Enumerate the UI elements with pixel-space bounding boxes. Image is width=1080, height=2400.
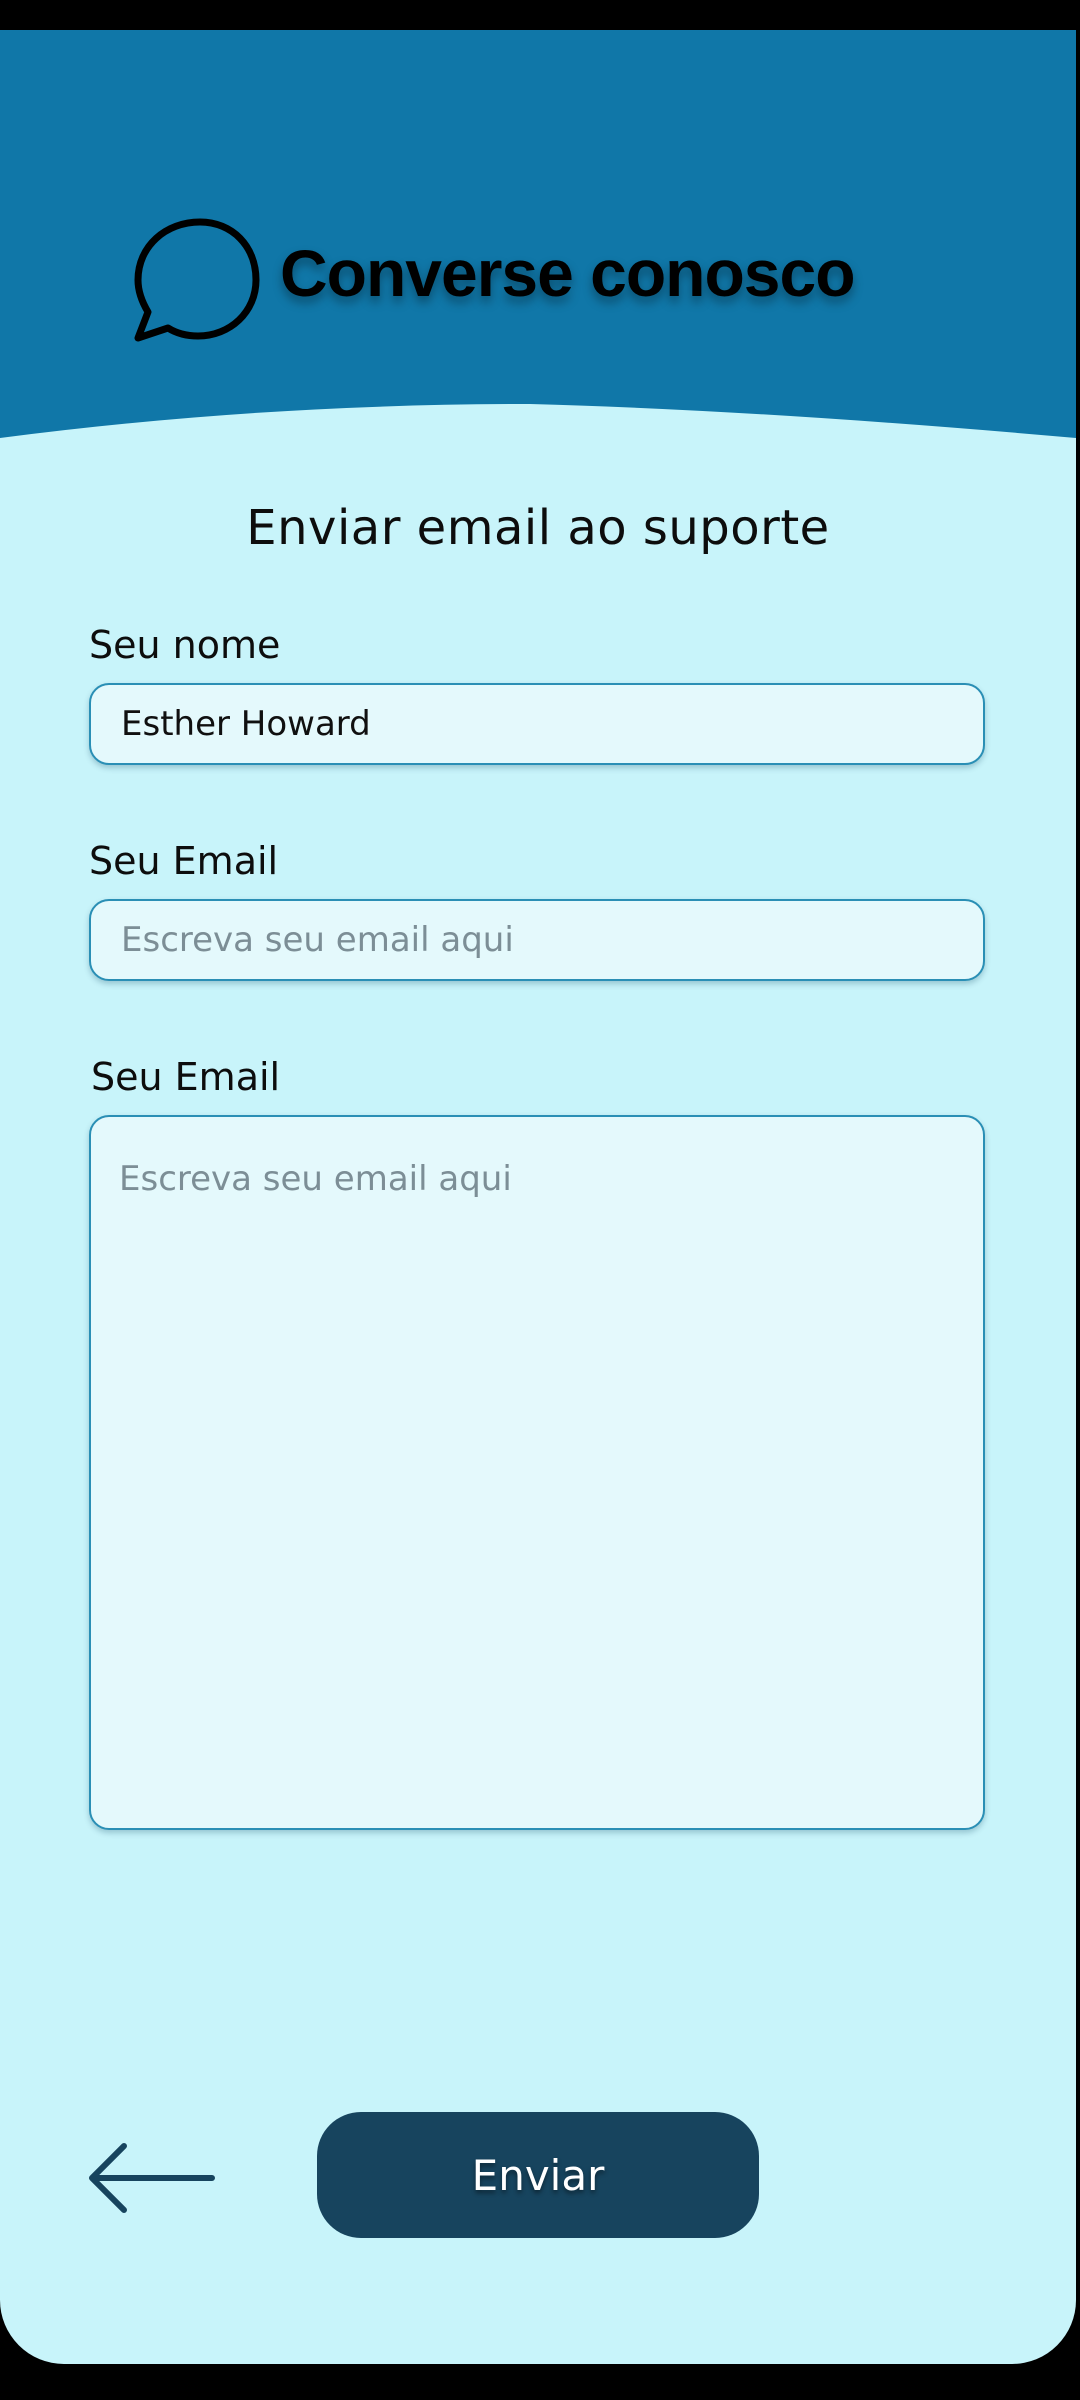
email-input[interactable] [89, 899, 985, 981]
app-screen: Converse conosco Enviar email ao suporte… [0, 30, 1076, 2364]
name-label: Seu nome [89, 623, 281, 667]
send-button[interactable]: Enviar [317, 2112, 759, 2238]
name-input[interactable] [89, 683, 985, 765]
header: Converse conosco [0, 30, 1076, 450]
app-title: Converse conosco [280, 236, 856, 310]
arrow-left-icon[interactable] [86, 2138, 216, 2218]
email-label: Seu Email [89, 839, 279, 883]
message-textarea[interactable] [89, 1115, 985, 1830]
chat-bubble-icon [134, 218, 260, 342]
page-title: Enviar email ao suporte [246, 500, 830, 556]
message-label: Seu Email [91, 1055, 281, 1099]
